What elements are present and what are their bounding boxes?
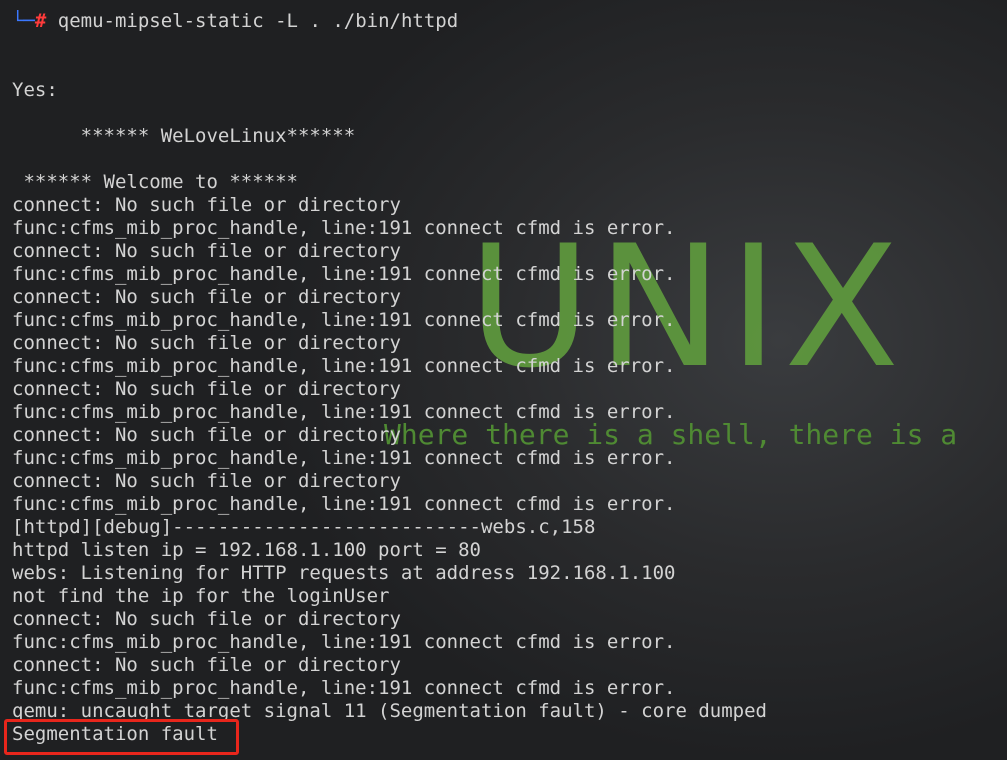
output-line: func:cfms_mib_proc_handle, line:191 conn… — [12, 493, 676, 515]
prompt-corner-icon: └─ — [12, 10, 35, 32]
output-line: func:cfms_mib_proc_handle, line:191 conn… — [12, 401, 676, 423]
output-line: connect: No such file or directory — [12, 194, 401, 216]
output-line: func:cfms_mib_proc_handle, line:191 conn… — [12, 631, 676, 653]
output-line: connect: No such file or directory — [12, 470, 401, 492]
terminal-output[interactable]: └─# qemu-mipsel-static -L . ./bin/httpd … — [0, 0, 1007, 760]
output-line: connect: No such file or directory — [12, 424, 401, 446]
output-line: func:cfms_mib_proc_handle, line:191 conn… — [12, 447, 676, 469]
output-line: httpd listen ip = 192.168.1.100 port = 8… — [12, 539, 481, 561]
root-prompt-symbol: # — [34, 10, 47, 32]
output-line: connect: No such file or directory — [12, 286, 401, 308]
output-line: connect: No such file or directory — [12, 332, 401, 354]
command-text: qemu-mipsel-static -L . ./bin/httpd — [46, 10, 459, 32]
output-line: connect: No such file or directory — [12, 654, 401, 676]
output-line: func:cfms_mib_proc_handle, line:191 conn… — [12, 309, 676, 331]
output-line: not find the ip for the loginUser — [12, 585, 390, 607]
output-line: ****** WeLoveLinux****** — [12, 125, 356, 147]
output-line: ****** Welcome to ****** — [12, 171, 298, 193]
output-line: connect: No such file or directory — [12, 240, 401, 262]
output-line: connect: No such file or directory — [12, 378, 401, 400]
output-line: func:cfms_mib_proc_handle, line:191 conn… — [12, 263, 676, 285]
command-line: └─# qemu-mipsel-static -L . ./bin/httpd — [12, 10, 1007, 33]
output-line: func:cfms_mib_proc_handle, line:191 conn… — [12, 355, 676, 377]
output-line: [httpd][debug]--------------------------… — [12, 516, 596, 538]
output-line: func:cfms_mib_proc_handle, line:191 conn… — [12, 677, 676, 699]
output-line: Yes: — [12, 79, 58, 101]
output-line: connect: No such file or directory — [12, 608, 401, 630]
output-line: webs: Listening for HTTP requests at add… — [12, 562, 676, 584]
output-line: func:cfms_mib_proc_handle, line:191 conn… — [12, 217, 676, 239]
segfault-highlight-box — [4, 719, 239, 755]
